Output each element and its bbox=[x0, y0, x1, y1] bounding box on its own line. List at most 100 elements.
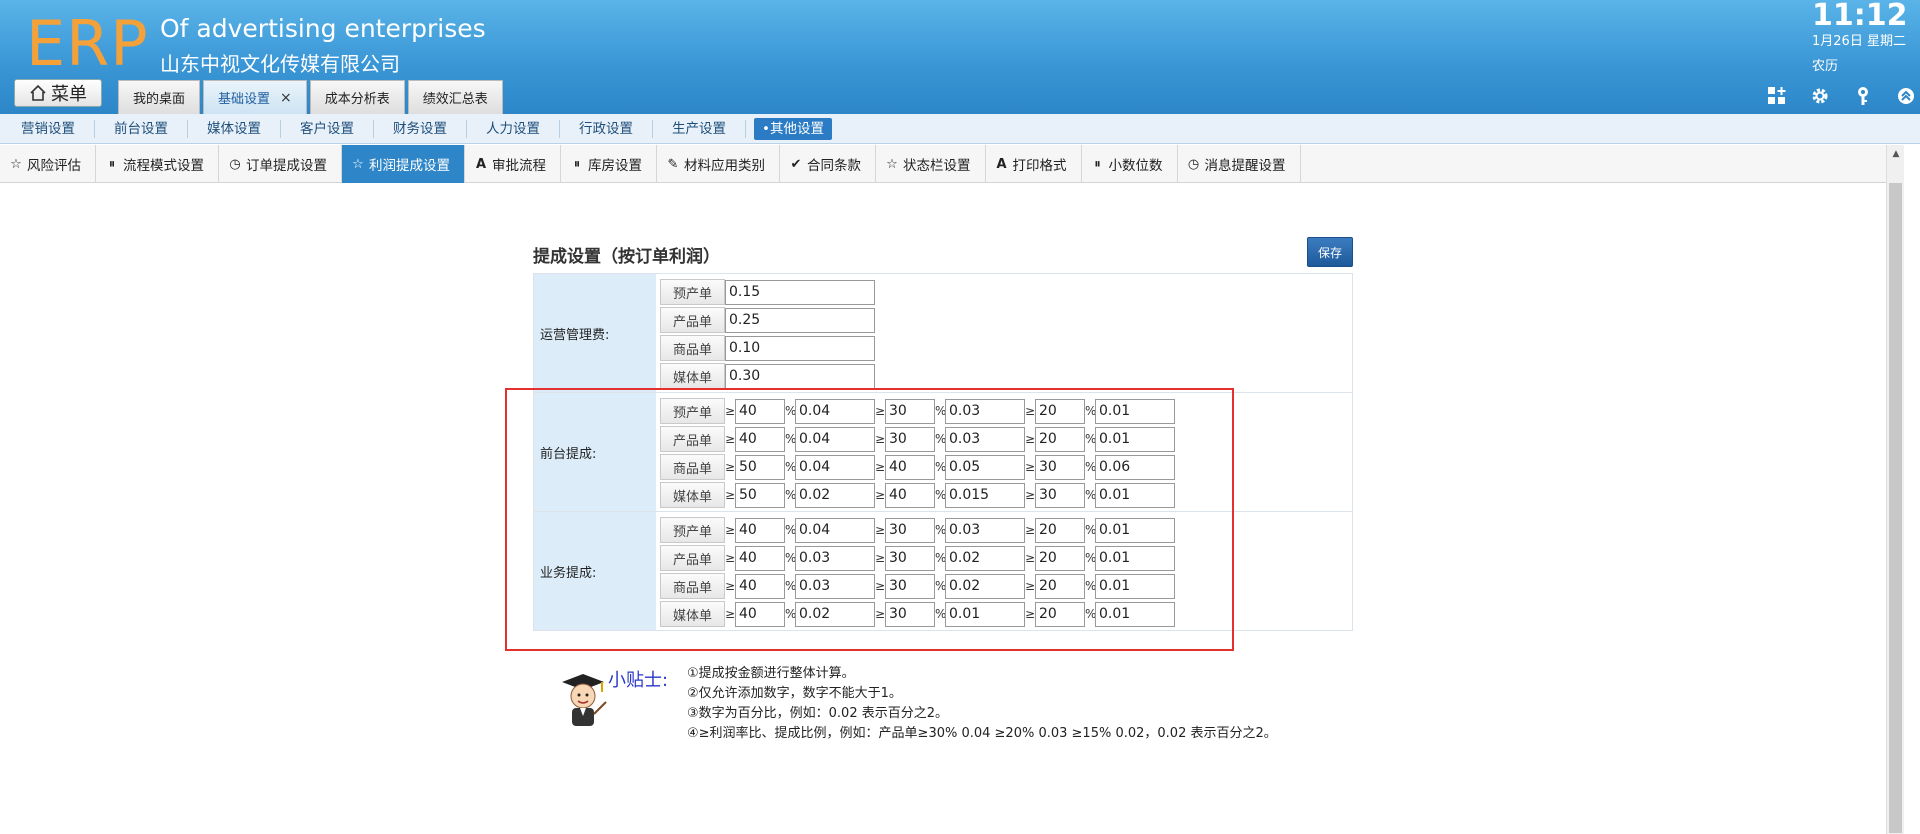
gear-icon[interactable] bbox=[1798, 84, 1841, 108]
nav-media-settings[interactable]: 媒体设置 bbox=[188, 119, 281, 138]
profit-threshold-input[interactable]: 30 bbox=[1035, 454, 1085, 480]
profit-threshold-input[interactable]: 20 bbox=[1035, 573, 1085, 599]
commission-rate-input[interactable]: 0.01 bbox=[1095, 545, 1175, 571]
menu-button[interactable]: 菜单 bbox=[14, 79, 102, 107]
profit-threshold-input[interactable]: 30 bbox=[885, 545, 935, 571]
grid-add-icon[interactable] bbox=[1755, 84, 1798, 108]
commission-rate-input[interactable]: 0.02 bbox=[795, 601, 875, 627]
menu-label: 菜单 bbox=[51, 84, 87, 105]
commission-rate-input[interactable]: 0.01 bbox=[1095, 426, 1175, 452]
profit-threshold-input[interactable]: 40 bbox=[735, 545, 785, 571]
profit-threshold-input[interactable]: 40 bbox=[885, 454, 935, 480]
nav-other-settings[interactable]: •其他设置 bbox=[754, 117, 832, 140]
nav-customer-settings[interactable]: 客户设置 bbox=[281, 119, 374, 138]
commission-rate-input[interactable]: 0.01 bbox=[1095, 517, 1175, 543]
subnav-status-bar[interactable]: ☆ 状态栏设置 bbox=[876, 145, 986, 183]
commission-rate-input[interactable]: 0.04 bbox=[795, 517, 875, 543]
subnav-process-mode[interactable]: ⏸ 流程模式设置 bbox=[96, 145, 219, 183]
profit-threshold-input[interactable]: 40 bbox=[735, 573, 785, 599]
profit-threshold-input[interactable]: 30 bbox=[885, 426, 935, 452]
nav-hr-settings[interactable]: 人力设置 bbox=[467, 119, 560, 138]
commission-rate-input[interactable]: 0.03 bbox=[945, 398, 1025, 424]
profit-threshold-input[interactable]: 30 bbox=[885, 398, 935, 424]
tab-cost-analysis[interactable]: 成本分析表 bbox=[309, 80, 405, 114]
nav-finance-settings[interactable]: 财务设置 bbox=[374, 119, 467, 138]
profit-threshold-input[interactable]: 40 bbox=[735, 601, 785, 627]
commission-rate-input[interactable]: 0.04 bbox=[795, 398, 875, 424]
commission-rate-input[interactable]: 0.03 bbox=[945, 426, 1025, 452]
subnav-material-category[interactable]: ✎ 材料应用类别 bbox=[657, 145, 780, 183]
tip-line: ③数字为百分比，例如：0.02 表示百分之2。 bbox=[687, 706, 949, 721]
profit-threshold-input[interactable]: 50 bbox=[735, 454, 785, 480]
commission-rate-input[interactable]: 0.01 bbox=[1095, 482, 1175, 508]
commission-rate-input[interactable]: 0.04 bbox=[795, 426, 875, 452]
close-icon[interactable]: × bbox=[280, 90, 292, 106]
date: 1月26日 星期二 bbox=[1812, 34, 1906, 49]
section-label: 运营管理费: bbox=[534, 274, 656, 392]
profit-threshold-input[interactable]: 20 bbox=[1035, 398, 1085, 424]
subnav-decimal-places[interactable]: ⏸ 小数位数 bbox=[1082, 145, 1178, 183]
profit-threshold-input[interactable]: 40 bbox=[735, 517, 785, 543]
profit-threshold-input[interactable]: 20 bbox=[1035, 601, 1085, 627]
subnav-contract-terms[interactable]: ✔ 合同条款 bbox=[780, 145, 876, 183]
order-type-tag: 商品单 bbox=[660, 573, 725, 599]
percent-symbol: % bbox=[935, 579, 947, 593]
tab-performance-summary[interactable]: 绩效汇总表 bbox=[407, 80, 503, 114]
fee-input[interactable]: 0.30 bbox=[725, 363, 875, 389]
panel-title: 提成设置（按订单利润） bbox=[533, 247, 720, 267]
profit-threshold-input[interactable]: 20 bbox=[1035, 426, 1085, 452]
nav-marketing-settings[interactable]: 营销设置 bbox=[2, 119, 95, 138]
profit-threshold-input[interactable]: 30 bbox=[885, 573, 935, 599]
order-type-tag: 媒体单 bbox=[660, 363, 725, 389]
gte-symbol: ≥ bbox=[875, 460, 886, 474]
profit-threshold-input[interactable]: 40 bbox=[885, 482, 935, 508]
commission-rate-input[interactable]: 0.04 bbox=[795, 454, 875, 480]
profit-threshold-input[interactable]: 30 bbox=[1035, 482, 1085, 508]
profit-threshold-input[interactable]: 40 bbox=[735, 426, 785, 452]
save-button[interactable]: 保存 bbox=[1307, 237, 1353, 267]
subnav-warehouse[interactable]: ⏸ 库房设置 bbox=[561, 145, 657, 183]
commission-rate-input[interactable]: 0.01 bbox=[945, 601, 1025, 627]
subnav-order-commission[interactable]: ◷ 订单提成设置 bbox=[219, 145, 342, 183]
fee-input[interactable]: 0.10 bbox=[725, 335, 875, 361]
section-body: 预产单 ≥40% 0.04 ≥30% 0.03 ≥20% 0.01 产品单 ≥40% 0.04 ≥3… bbox=[656, 393, 1352, 511]
scroll-thumb[interactable] bbox=[1889, 183, 1902, 833]
commission-rate-input[interactable]: 0.015 bbox=[945, 482, 1025, 508]
subnav-approval-flow[interactable]: A 审批流程 bbox=[465, 145, 561, 183]
commission-rate-input[interactable]: 0.03 bbox=[795, 545, 875, 571]
order-type-tag: 产品单 bbox=[660, 426, 725, 452]
commission-rate-input[interactable]: 0.01 bbox=[1095, 398, 1175, 424]
commission-rate-input[interactable]: 0.02 bbox=[945, 573, 1025, 599]
commission-rate-input[interactable]: 0.02 bbox=[795, 482, 875, 508]
commission-rate-input[interactable]: 0.01 bbox=[1095, 601, 1175, 627]
chevron-up-circle-icon[interactable] bbox=[1884, 84, 1920, 108]
subnav-message-reminder[interactable]: ◷ 消息提醒设置 bbox=[1178, 145, 1301, 183]
profit-threshold-input[interactable]: 20 bbox=[1035, 517, 1085, 543]
nav-production-settings[interactable]: 生产设置 bbox=[653, 119, 746, 138]
commission-rate-input[interactable]: 0.05 bbox=[945, 454, 1025, 480]
vertical-scrollbar[interactable]: ▲ bbox=[1886, 145, 1904, 834]
fee-input[interactable]: 0.25 bbox=[725, 307, 875, 333]
commission-rate-input[interactable]: 0.03 bbox=[945, 517, 1025, 543]
profit-threshold-input[interactable]: 40 bbox=[735, 398, 785, 424]
profit-threshold-input[interactable]: 20 bbox=[1035, 545, 1085, 571]
nav-front-desk-settings[interactable]: 前台设置 bbox=[95, 119, 188, 138]
tier-row: 预产单 ≥40% 0.04 ≥30% 0.03 ≥20% 0.01 bbox=[660, 397, 1348, 425]
subnav-print-format[interactable]: A 打印格式 bbox=[986, 145, 1082, 183]
subnav-risk-assessment[interactable]: ☆ 风险评估 bbox=[0, 145, 96, 183]
profit-threshold-input[interactable]: 50 bbox=[735, 482, 785, 508]
commission-rate-input[interactable]: 0.06 bbox=[1095, 454, 1175, 480]
key-icon[interactable] bbox=[1841, 84, 1884, 108]
gte-symbol: ≥ bbox=[725, 579, 736, 593]
commission-rate-input[interactable]: 0.02 bbox=[945, 545, 1025, 571]
commission-rate-input[interactable]: 0.01 bbox=[1095, 573, 1175, 599]
tab-basic-settings[interactable]: 基础设置 × bbox=[203, 80, 307, 114]
tab-my-desktop[interactable]: 我的桌面 bbox=[118, 80, 201, 114]
profit-threshold-input[interactable]: 30 bbox=[885, 601, 935, 627]
commission-rate-input[interactable]: 0.03 bbox=[795, 573, 875, 599]
fee-input[interactable]: 0.15 bbox=[725, 279, 875, 305]
profit-threshold-input[interactable]: 30 bbox=[885, 517, 935, 543]
subnav-profit-commission[interactable]: ☆ 利润提成设置 bbox=[342, 145, 465, 183]
nav-admin-settings[interactable]: 行政设置 bbox=[560, 119, 653, 138]
scroll-up-arrow-icon[interactable]: ▲ bbox=[1887, 145, 1905, 163]
